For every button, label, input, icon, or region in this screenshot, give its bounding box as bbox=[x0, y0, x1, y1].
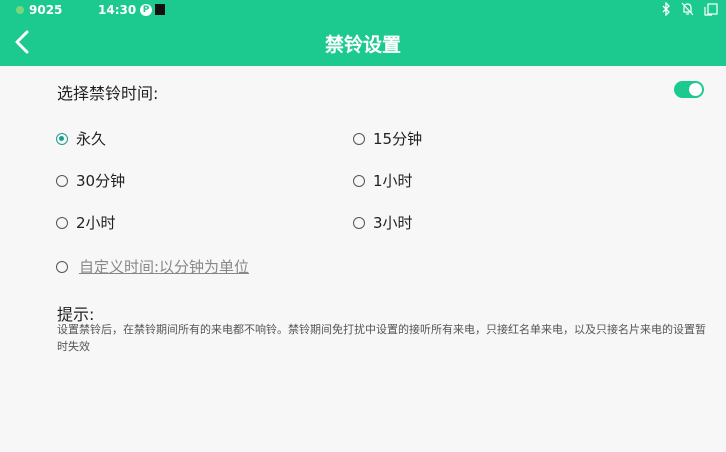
status-signal-text: 9025 bbox=[29, 3, 63, 17]
bluetooth-icon bbox=[662, 2, 670, 16]
status-bar: 9025 14:30 P bbox=[0, 0, 726, 20]
notification-square-icon bbox=[155, 4, 165, 15]
option-15-minutes-label: 15分钟 bbox=[373, 130, 423, 148]
p-notification-icon: P bbox=[140, 4, 152, 16]
option-2-hours-label: 2小时 bbox=[76, 214, 116, 232]
signal-dot-icon bbox=[16, 6, 24, 14]
option-permanent-label: 永久 bbox=[76, 130, 107, 148]
radio-1-hour[interactable] bbox=[353, 174, 365, 187]
option-15-minutes[interactable]: 15分钟 bbox=[353, 128, 422, 149]
status-right-icons bbox=[661, 2, 718, 16]
option-30-minutes[interactable]: 30分钟 bbox=[56, 170, 125, 191]
option-2-hours[interactable]: 2小时 bbox=[56, 212, 116, 233]
page-title: 禁铃设置 bbox=[324, 34, 401, 56]
option-custom-time[interactable]: 自定义时间:以分钟为单位 bbox=[56, 256, 249, 277]
status-time: 14:30 bbox=[98, 3, 137, 17]
option-1-hour-label: 1小时 bbox=[373, 172, 413, 190]
option-3-hours[interactable]: 3小时 bbox=[353, 212, 413, 233]
mute-toggle-switch[interactable] bbox=[674, 81, 704, 98]
app-header: 9025 14:30 P 禁铃设置 bbox=[0, 0, 726, 66]
option-permanent[interactable]: 永久 bbox=[56, 128, 106, 149]
radio-custom-time[interactable] bbox=[56, 260, 68, 273]
mute-bell-icon bbox=[681, 2, 694, 16]
toggle-knob bbox=[689, 83, 702, 96]
option-3-hours-label: 3小时 bbox=[373, 214, 413, 232]
select-time-label: 选择禁铃时间: bbox=[57, 84, 159, 103]
option-1-hour[interactable]: 1小时 bbox=[353, 170, 413, 191]
screen-cast-icon bbox=[704, 3, 718, 16]
radio-30-minutes[interactable] bbox=[56, 174, 68, 187]
hint-body: 设置禁铃后，在禁铃期间所有的来电都不响铃。禁铃期间免打扰中设置的接听所有来电，只… bbox=[57, 323, 706, 353]
radio-permanent[interactable] bbox=[56, 132, 68, 145]
radio-2-hours[interactable] bbox=[56, 216, 68, 229]
radio-3-hours[interactable] bbox=[353, 216, 365, 229]
radio-15-minutes[interactable] bbox=[353, 132, 365, 145]
option-30-minutes-label: 30分钟 bbox=[76, 172, 126, 190]
custom-time-link[interactable]: 自定义时间:以分钟为单位 bbox=[79, 256, 249, 277]
